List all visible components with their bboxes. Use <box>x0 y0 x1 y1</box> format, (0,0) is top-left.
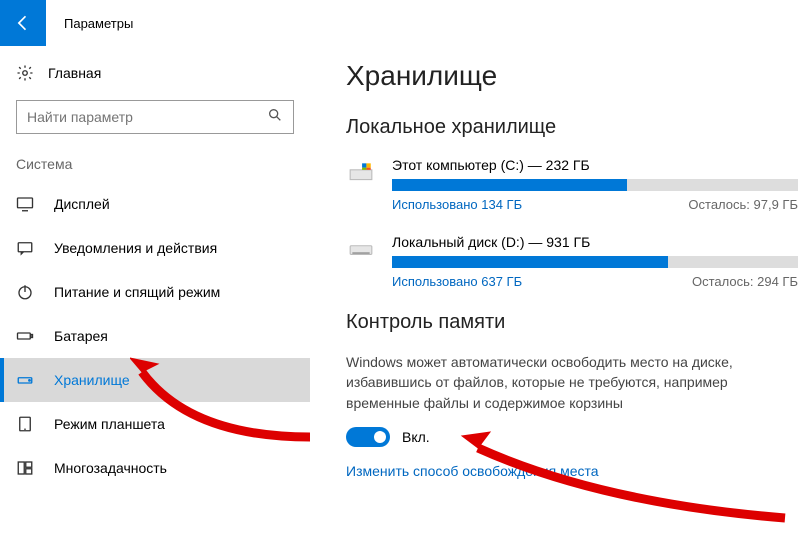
window-title: Параметры <box>64 16 133 31</box>
back-button[interactable] <box>0 0 46 46</box>
nav-storage-label: Хранилище <box>54 372 130 388</box>
nav-home-label: Главная <box>48 65 101 81</box>
sidebar: Главная Система Дисплей Уведомления и де… <box>0 46 310 540</box>
drive-d-used[interactable]: Использовано 637 ГБ <box>392 274 522 289</box>
page-title: Хранилище <box>346 60 798 92</box>
gear-icon <box>16 64 34 82</box>
main-panel: Хранилище Локальное хранилище Этот компь… <box>310 46 810 540</box>
nav-notifications[interactable]: Уведомления и действия <box>0 226 310 270</box>
drive-c-name: Этот компьютер (C:) — 232 ГБ <box>392 157 798 173</box>
storage-sense-desc: Windows может автоматически освободить м… <box>346 352 766 413</box>
drive-c-used[interactable]: Использовано 134 ГБ <box>392 197 522 212</box>
chat-icon <box>16 239 34 257</box>
nav-power-label: Питание и спящий режим <box>54 284 220 300</box>
nav-tablet[interactable]: Режим планшета <box>0 402 310 446</box>
change-cleanup-link[interactable]: Изменить способ освобождения места <box>346 463 798 479</box>
drive-c[interactable]: Этот компьютер (C:) — 232 ГБ Использован… <box>346 157 798 212</box>
nav-multitask[interactable]: Многозадачность <box>0 446 310 490</box>
drive-d[interactable]: Локальный диск (D:) — 931 ГБ Использован… <box>346 234 798 289</box>
battery-icon <box>16 327 34 345</box>
drive-d-free: Осталось: 294 ГБ <box>692 274 798 289</box>
drive-c-icon <box>346 157 376 212</box>
arrow-left-icon <box>13 13 33 33</box>
nav-display[interactable]: Дисплей <box>0 182 310 226</box>
storage-sense-toggle[interactable] <box>346 427 390 447</box>
drive-icon <box>16 371 34 389</box>
nav-multitask-label: Многозадачность <box>54 460 167 476</box>
nav-notifications-label: Уведомления и действия <box>54 240 217 256</box>
power-icon <box>16 283 34 301</box>
drive-c-free: Осталось: 97,9 ГБ <box>688 197 798 212</box>
nav-display-label: Дисплей <box>54 196 110 212</box>
nav-home[interactable]: Главная <box>0 58 310 94</box>
drive-d-icon <box>346 234 376 289</box>
nav-power[interactable]: Питание и спящий режим <box>0 270 310 314</box>
multitask-icon <box>16 459 34 477</box>
storage-sense-toggle-row: Вкл. <box>346 427 798 447</box>
title-bar: Параметры <box>0 0 810 46</box>
monitor-icon <box>16 195 34 213</box>
nav-tablet-label: Режим планшета <box>54 416 165 432</box>
drive-c-bar <box>392 179 798 191</box>
tablet-icon <box>16 415 34 433</box>
storage-sense-heading: Контроль памяти <box>346 311 798 334</box>
search-icon <box>267 107 283 128</box>
nav-battery[interactable]: Батарея <box>0 314 310 358</box>
search-box[interactable] <box>16 100 294 134</box>
search-input[interactable] <box>27 109 267 125</box>
section-system: Система <box>0 152 310 182</box>
drive-d-bar <box>392 256 798 268</box>
drive-d-name: Локальный диск (D:) — 931 ГБ <box>392 234 798 250</box>
nav-storage[interactable]: Хранилище <box>0 358 310 402</box>
nav-battery-label: Батарея <box>54 328 108 344</box>
storage-sense-state: Вкл. <box>402 429 430 445</box>
local-storage-heading: Локальное хранилище <box>346 116 798 139</box>
